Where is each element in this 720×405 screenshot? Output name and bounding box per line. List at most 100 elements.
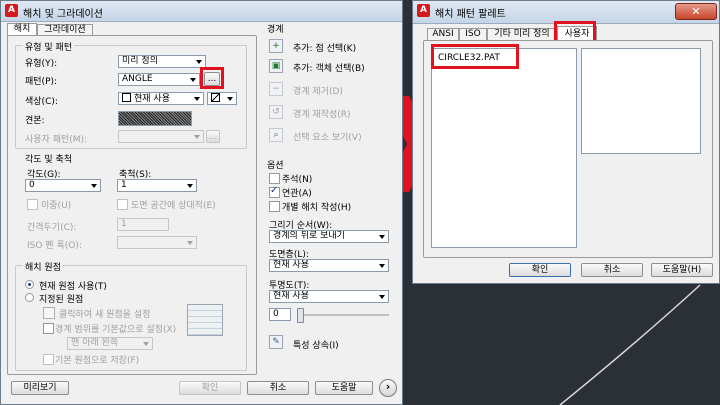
view-selections-label[interactable]: 선택 요소 보기(V) bbox=[293, 130, 362, 143]
pattern-select[interactable]: ANGLE bbox=[118, 73, 200, 86]
highlight-browse bbox=[200, 67, 224, 89]
chevron-down-icon bbox=[143, 342, 149, 346]
background-color-select[interactable] bbox=[207, 92, 237, 105]
angle-value: 0 bbox=[29, 180, 35, 190]
tab-iso[interactable]: ISO bbox=[459, 28, 487, 40]
chevron-down-icon bbox=[379, 264, 385, 268]
double-label: 이중(U) bbox=[41, 201, 72, 211]
select-objects-icon[interactable]: ▣ bbox=[269, 59, 283, 73]
chevron-down-icon bbox=[190, 78, 196, 82]
chevron-down-icon bbox=[187, 241, 193, 245]
type-value: 미리 정의 bbox=[122, 56, 158, 66]
chevron-down-icon bbox=[379, 295, 385, 299]
title-bar: A 해치 및 그라데이션 bbox=[1, 1, 402, 22]
palette-title: 해치 패턴 팔레트 bbox=[435, 9, 506, 20]
cancel-button[interactable]: 취소 bbox=[247, 381, 309, 395]
layer-value: 현재 사용 bbox=[273, 260, 309, 270]
palette-help-button[interactable]: 도움말(H) bbox=[651, 263, 713, 277]
double-checkbox[interactable] bbox=[27, 199, 38, 210]
dialog-title: 해치 및 그라데이션 bbox=[23, 9, 103, 20]
color-label: 색상(C): bbox=[25, 97, 58, 107]
close-button[interactable]: ✕ bbox=[675, 3, 717, 20]
autocad-logo-icon: A bbox=[5, 4, 18, 17]
tab-ansi[interactable]: ANSI bbox=[427, 28, 459, 40]
spacing-label: 간격두기(C): bbox=[27, 223, 77, 233]
specified-origin-label: 지정된 원점 bbox=[39, 295, 84, 305]
pick-points-label[interactable]: 추가: 점 선택(K) bbox=[293, 41, 356, 54]
transparency-slider-value: 0 bbox=[273, 309, 279, 319]
more-options-button[interactable]: › bbox=[379, 379, 397, 397]
store-origin-label: 기본 원점으로 저장(F) bbox=[55, 356, 140, 366]
chevron-right-icon: › bbox=[385, 380, 391, 393]
click-origin-icon[interactable] bbox=[43, 307, 55, 319]
paper-space-checkbox[interactable] bbox=[117, 199, 128, 210]
chevron-down-icon bbox=[91, 184, 97, 188]
custom-pattern-select[interactable] bbox=[118, 130, 204, 143]
type-pattern-group-label: 유형 및 패턴 bbox=[23, 40, 75, 53]
annotative-label: 주석(N) bbox=[282, 175, 313, 185]
origin-corner-value: 맨 아래 왼쪽 bbox=[71, 338, 119, 348]
palette-ok-button[interactable]: 확인 bbox=[509, 263, 571, 277]
chevron-down-icon bbox=[227, 97, 233, 101]
inherit-properties-label[interactable]: 특성 상속(I) bbox=[293, 338, 339, 351]
select-objects-label[interactable]: 추가: 객체 선택(B) bbox=[293, 61, 365, 74]
autocad-logo-icon: A bbox=[417, 4, 430, 17]
pattern-preview-box bbox=[581, 48, 701, 154]
recreate-boundary-icon[interactable]: ↺ bbox=[269, 105, 283, 119]
iso-pen-label: ISO 펜 폭(O): bbox=[27, 241, 82, 251]
spacing-value: 1 bbox=[121, 219, 127, 229]
pattern-swatch[interactable] bbox=[118, 111, 192, 126]
draw-order-select[interactable]: 경계의 뒤로 보내기 bbox=[269, 230, 389, 243]
color-select[interactable]: 현재 사용 bbox=[118, 92, 204, 105]
palette-cancel-button[interactable]: 취소 bbox=[581, 263, 643, 277]
transparency-slider-track bbox=[297, 314, 389, 316]
no-fill-icon bbox=[211, 93, 220, 102]
scale-select[interactable]: 1 bbox=[117, 179, 197, 192]
custom-pattern-browse-button[interactable]: ... bbox=[206, 130, 220, 143]
color-swatch bbox=[122, 93, 131, 102]
preview-button[interactable]: 미리보기 bbox=[11, 381, 69, 395]
origin-corner-select[interactable]: 맨 아래 왼쪽 bbox=[67, 337, 153, 350]
options-group-label: 옵션 bbox=[267, 161, 284, 171]
chevron-down-icon bbox=[194, 97, 200, 101]
spacing-input[interactable]: 1 bbox=[117, 218, 169, 231]
associative-checkbox[interactable] bbox=[269, 185, 280, 198]
color-value: 현재 사용 bbox=[134, 94, 170, 104]
chevron-down-icon bbox=[187, 184, 193, 188]
click-origin-label: 클릭하여 새 원점을 설정 bbox=[59, 310, 151, 320]
chevron-down-icon bbox=[194, 135, 200, 139]
default-extents-checkbox[interactable] bbox=[43, 323, 54, 334]
type-select[interactable]: 미리 정의 bbox=[118, 55, 206, 68]
separate-hatches-checkbox[interactable] bbox=[269, 201, 280, 212]
help-button[interactable]: 도움말 bbox=[315, 381, 373, 395]
hatch-gradient-dialog: A 해치 및 그라데이션 해치 그라데이션 유형 및 패턴 유형(Y): 미리 … bbox=[0, 0, 403, 405]
type-label: 유형(Y): bbox=[25, 59, 58, 69]
hatch-pattern-palette-dialog: A 해치 패턴 팔레트 ✕ ANSI ISO 기타 미리 정의 사용자 CIRC… bbox=[412, 0, 720, 284]
specified-origin-radio[interactable] bbox=[25, 293, 34, 302]
paper-space-label: 도면 공간에 상대적(E) bbox=[131, 201, 216, 211]
transparency-value: 현재 사용 bbox=[273, 291, 309, 301]
view-selections-icon[interactable]: ⌕ bbox=[269, 128, 283, 142]
ok-button[interactable]: 확인 bbox=[179, 381, 241, 395]
use-current-origin-radio[interactable] bbox=[25, 280, 34, 289]
iso-pen-select[interactable] bbox=[117, 236, 197, 249]
remove-boundaries-label[interactable]: 경계 제거(D) bbox=[293, 84, 343, 97]
transparency-value-input[interactable]: 0 bbox=[269, 308, 291, 321]
angle-select[interactable]: 0 bbox=[25, 179, 101, 192]
store-origin-checkbox[interactable] bbox=[43, 354, 54, 365]
inherit-properties-icon[interactable]: ✎ bbox=[269, 335, 283, 349]
recreate-boundary-label[interactable]: 경계 재작성(R) bbox=[293, 107, 351, 120]
pick-points-icon[interactable]: + bbox=[269, 39, 283, 53]
transparency-slider-thumb[interactable] bbox=[297, 308, 304, 323]
draw-order-value: 경계의 뒤로 보내기 bbox=[273, 231, 345, 241]
pattern-value: ANGLE bbox=[122, 74, 153, 84]
tab-other-predefined[interactable]: 기타 미리 정의 bbox=[487, 28, 557, 40]
chevron-down-icon bbox=[379, 235, 385, 239]
layer-select[interactable]: 현재 사용 bbox=[269, 259, 389, 272]
remove-boundaries-icon[interactable]: − bbox=[269, 82, 283, 96]
pattern-file-list[interactable]: CIRCLE32.PAT bbox=[431, 48, 577, 248]
transparency-select[interactable]: 현재 사용 bbox=[269, 290, 389, 303]
highlight-pattern-file bbox=[431, 44, 519, 69]
annotative-checkbox[interactable] bbox=[269, 173, 280, 184]
default-extents-label: 경계 범위를 기본값으로 설정(X) bbox=[55, 325, 177, 335]
